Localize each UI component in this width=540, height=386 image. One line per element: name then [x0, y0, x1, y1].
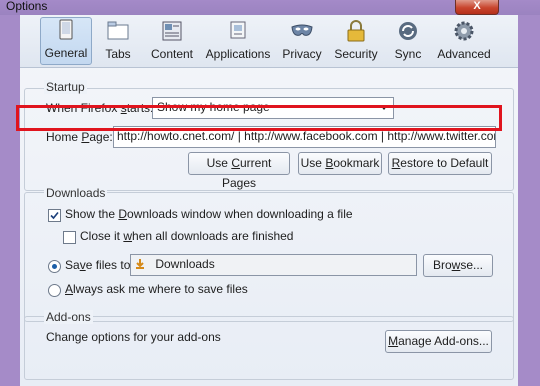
- privacy-mask-icon: [291, 24, 313, 36]
- home-page-label: Home Page:: [46, 130, 113, 144]
- save-files-to-radio[interactable]: [48, 260, 61, 273]
- general-icon: [59, 19, 73, 40]
- tab-general[interactable]: General: [40, 17, 92, 65]
- tab-tabs[interactable]: Tabs: [100, 19, 136, 65]
- tab-tabs-label: Tabs: [105, 47, 131, 61]
- options-window: Options X General Tabs Content Applicati…: [0, 0, 540, 386]
- startup-group-label: Startup: [44, 80, 87, 94]
- home-page-highlight: [16, 105, 502, 131]
- tab-content-label: Content: [150, 47, 194, 61]
- applications-icon: [230, 21, 246, 39]
- tab-applications[interactable]: Applications: [204, 19, 272, 65]
- close-button[interactable]: X: [455, 0, 499, 15]
- tab-security-label: Security: [334, 47, 378, 61]
- show-downloads-checkbox[interactable]: [48, 209, 61, 222]
- save-files-to-label: Save files to: [65, 258, 131, 272]
- tab-applications-label: Applications: [205, 47, 271, 61]
- pane-toolbar: General Tabs Content Applications Privac…: [20, 15, 518, 68]
- tab-privacy[interactable]: Privacy: [280, 19, 324, 65]
- downloads-group-label: Downloads: [44, 186, 108, 200]
- sync-icon: [399, 22, 417, 40]
- restore-to-default-button[interactable]: Restore to Default: [388, 152, 492, 175]
- dialog-body: General Tabs Content Applications Privac…: [20, 15, 518, 386]
- close-when-finished-checkbox[interactable]: [63, 231, 76, 244]
- downloads-folder-icon: [136, 259, 144, 269]
- addons-description: Change options for your add-ons: [46, 330, 221, 344]
- use-bookmark-button[interactable]: Use Bookmark: [298, 152, 382, 175]
- tab-privacy-label: Privacy: [282, 47, 322, 61]
- window-title: Options: [6, 0, 48, 13]
- tab-general-label: General: [44, 46, 88, 60]
- window-frame-left: [0, 15, 20, 386]
- tab-sync-label: Sync: [394, 47, 422, 61]
- close-icon: X: [473, 0, 481, 12]
- use-current-pages-button[interactable]: Use Current Pages: [188, 152, 290, 190]
- tab-security[interactable]: Security: [332, 19, 380, 65]
- tab-advanced[interactable]: Advanced: [436, 19, 492, 65]
- checkmark-icon: [50, 211, 59, 220]
- tabs-icon: [107, 21, 129, 40]
- show-downloads-label: Show the Downloads window when downloadi…: [65, 207, 353, 221]
- always-ask-radio[interactable]: [48, 284, 61, 297]
- gear-icon: [454, 21, 474, 41]
- download-folder-field: Downloads: [130, 254, 417, 276]
- tab-sync[interactable]: Sync: [392, 19, 424, 65]
- always-ask-label: Always ask me where to save files: [65, 282, 248, 296]
- home-page-value: http://howto.cnet.com/ | http://www.face…: [117, 129, 496, 143]
- manage-addons-button[interactable]: Manage Add-ons...: [385, 330, 492, 353]
- close-when-finished-label: Close it when all downloads are finished: [80, 229, 294, 243]
- content-icon: [162, 21, 182, 41]
- browse-button[interactable]: Browse...: [423, 254, 493, 277]
- download-folder-value: Downloads: [155, 257, 215, 271]
- tab-advanced-label: Advanced: [437, 47, 491, 61]
- window-frame-right: [518, 15, 540, 386]
- addons-group-label: Add-ons: [44, 310, 93, 324]
- tab-content[interactable]: Content: [148, 19, 196, 65]
- padlock-icon: [347, 20, 365, 42]
- title-bar: Options X: [0, 0, 540, 15]
